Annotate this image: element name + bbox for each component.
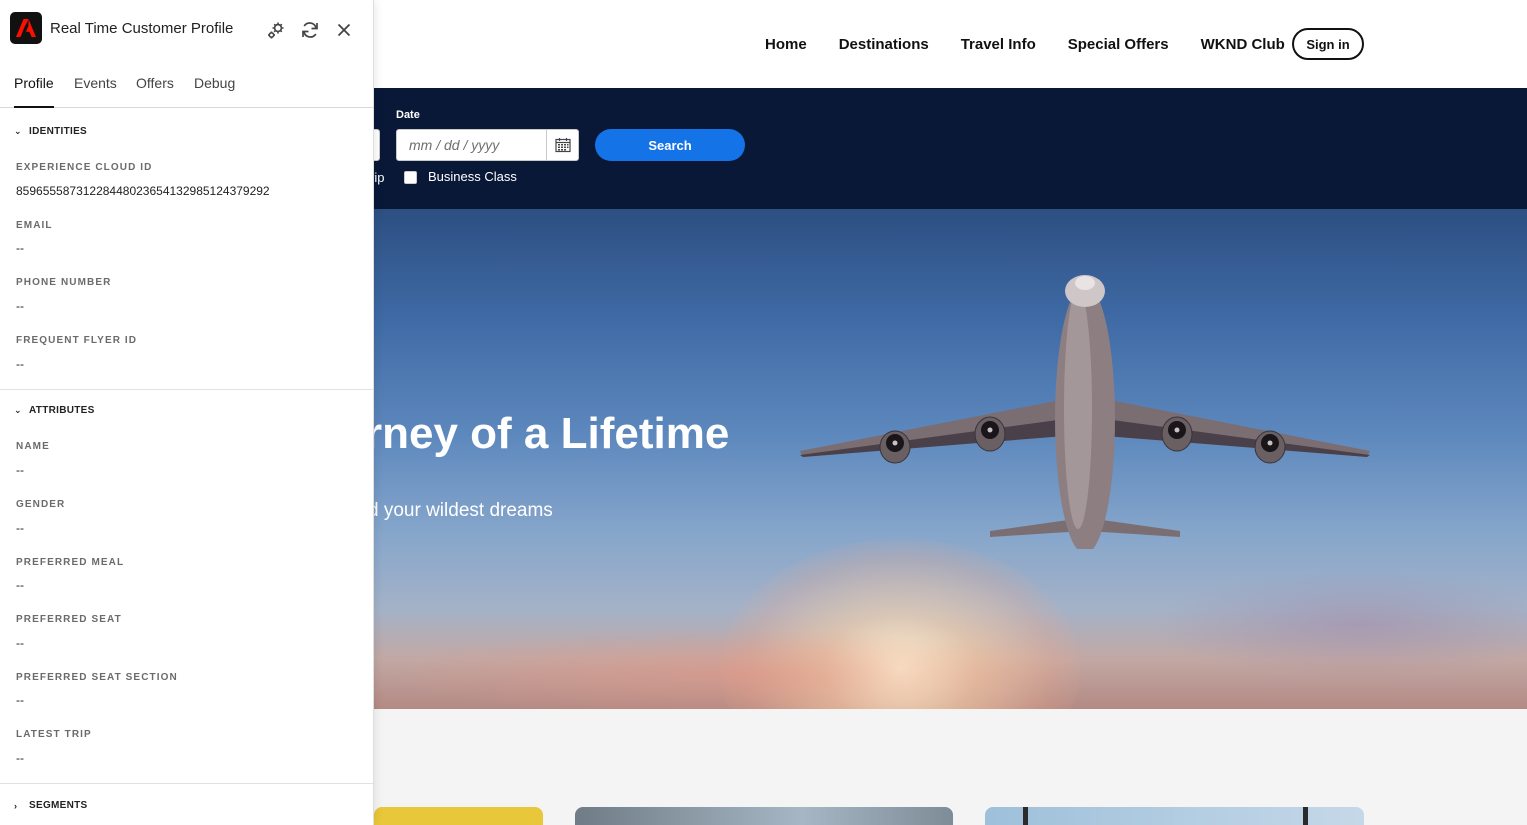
frequent-flyer-id-label: FREQUENT FLYER ID	[16, 335, 138, 346]
segments-header: SEGMENTS	[29, 800, 88, 811]
adobe-logo-icon	[10, 12, 42, 44]
tab-events[interactable]: Events	[74, 75, 117, 108]
business-class-label: Business Class	[428, 169, 517, 184]
panel-header: Real Time Customer Profile	[0, 0, 373, 60]
date-input[interactable]: mm / dd / yyyy	[396, 129, 579, 161]
chevron-right-icon: ›	[14, 800, 18, 811]
identities-section-toggle[interactable]: ⌄ IDENTITIES	[14, 126, 87, 137]
hero-cloud	[1150, 569, 1527, 679]
nav-destinations[interactable]: Destinations	[839, 36, 929, 53]
latest-trip-value: --	[16, 751, 24, 765]
section-divider	[0, 783, 373, 784]
panel-title: Real Time Customer Profile	[50, 20, 234, 37]
name-label: NAME	[16, 441, 50, 452]
business-class-checkbox[interactable]	[404, 171, 417, 184]
preferred-meal-value: --	[16, 578, 24, 592]
attributes-section-toggle[interactable]: ⌄ ATTRIBUTES	[14, 405, 95, 416]
destination-card[interactable]	[985, 807, 1364, 825]
destination-card[interactable]	[575, 807, 953, 825]
card-image-detail	[1303, 807, 1308, 825]
nav-home[interactable]: Home	[765, 36, 807, 53]
experience-cloud-id-value: 85965558731228448023654132985124379292	[16, 184, 270, 198]
name-value: --	[16, 463, 24, 477]
destination-card[interactable]	[374, 807, 543, 825]
email-label: EMAIL	[16, 220, 53, 231]
main-nav: Home Destinations Travel Info Special Of…	[765, 28, 1317, 60]
tab-offers[interactable]: Offers	[136, 75, 174, 108]
latest-trip-label: LATEST TRIP	[16, 729, 92, 740]
search-button[interactable]: Search	[595, 129, 745, 161]
preferred-seat-value: --	[16, 636, 24, 650]
panel-tabs: Profile Events Offers Debug	[0, 60, 373, 108]
phone-number-label: PHONE NUMBER	[16, 277, 112, 288]
gender-label: GENDER	[16, 499, 66, 510]
attributes-header: ATTRIBUTES	[29, 405, 95, 416]
hero-title: rney of a Lifetime	[365, 409, 730, 458]
real-time-customer-profile-panel: Real Time Customer Profile Profile Event…	[0, 0, 374, 825]
nav-wknd-club[interactable]: WKND Club	[1201, 36, 1285, 53]
nav-special-offers[interactable]: Special Offers	[1068, 36, 1169, 53]
preferred-seat-section-value: --	[16, 693, 24, 707]
phone-number-value: --	[16, 299, 24, 313]
close-icon[interactable]	[332, 18, 356, 42]
experience-cloud-id-label: EXPERIENCE CLOUD ID	[16, 162, 153, 173]
airplane-image	[800, 275, 1370, 549]
preferred-seat-section-label: PREFERRED SEAT SECTION	[16, 672, 178, 683]
refresh-icon[interactable]	[298, 18, 322, 42]
identities-header: IDENTITIES	[29, 126, 88, 137]
tab-profile[interactable]: Profile	[14, 75, 54, 108]
tab-debug[interactable]: Debug	[194, 75, 235, 108]
date-placeholder: mm / dd / yyyy	[409, 137, 500, 153]
preferred-meal-label: PREFERRED MEAL	[16, 557, 125, 568]
nav-travel-info[interactable]: Travel Info	[961, 36, 1036, 53]
gender-value: --	[16, 521, 24, 535]
section-divider	[0, 389, 373, 390]
email-value: --	[16, 241, 24, 255]
date-label: Date	[396, 109, 420, 121]
card-image-detail	[1023, 807, 1028, 825]
hero-subtitle: d your wildest dreams	[368, 500, 553, 521]
settings-icon[interactable]	[264, 18, 288, 42]
chevron-down-icon: ⌄	[14, 126, 22, 136]
calendar-icon[interactable]	[546, 130, 578, 160]
hero-cloud	[380, 629, 1080, 709]
frequent-flyer-id-value: --	[16, 357, 24, 371]
sign-in-button[interactable]: Sign in	[1292, 28, 1364, 60]
chevron-down-icon: ⌄	[14, 405, 22, 415]
preferred-seat-label: PREFERRED SEAT	[16, 614, 122, 625]
segments-section-toggle[interactable]: › SEGMENTS	[14, 800, 88, 811]
